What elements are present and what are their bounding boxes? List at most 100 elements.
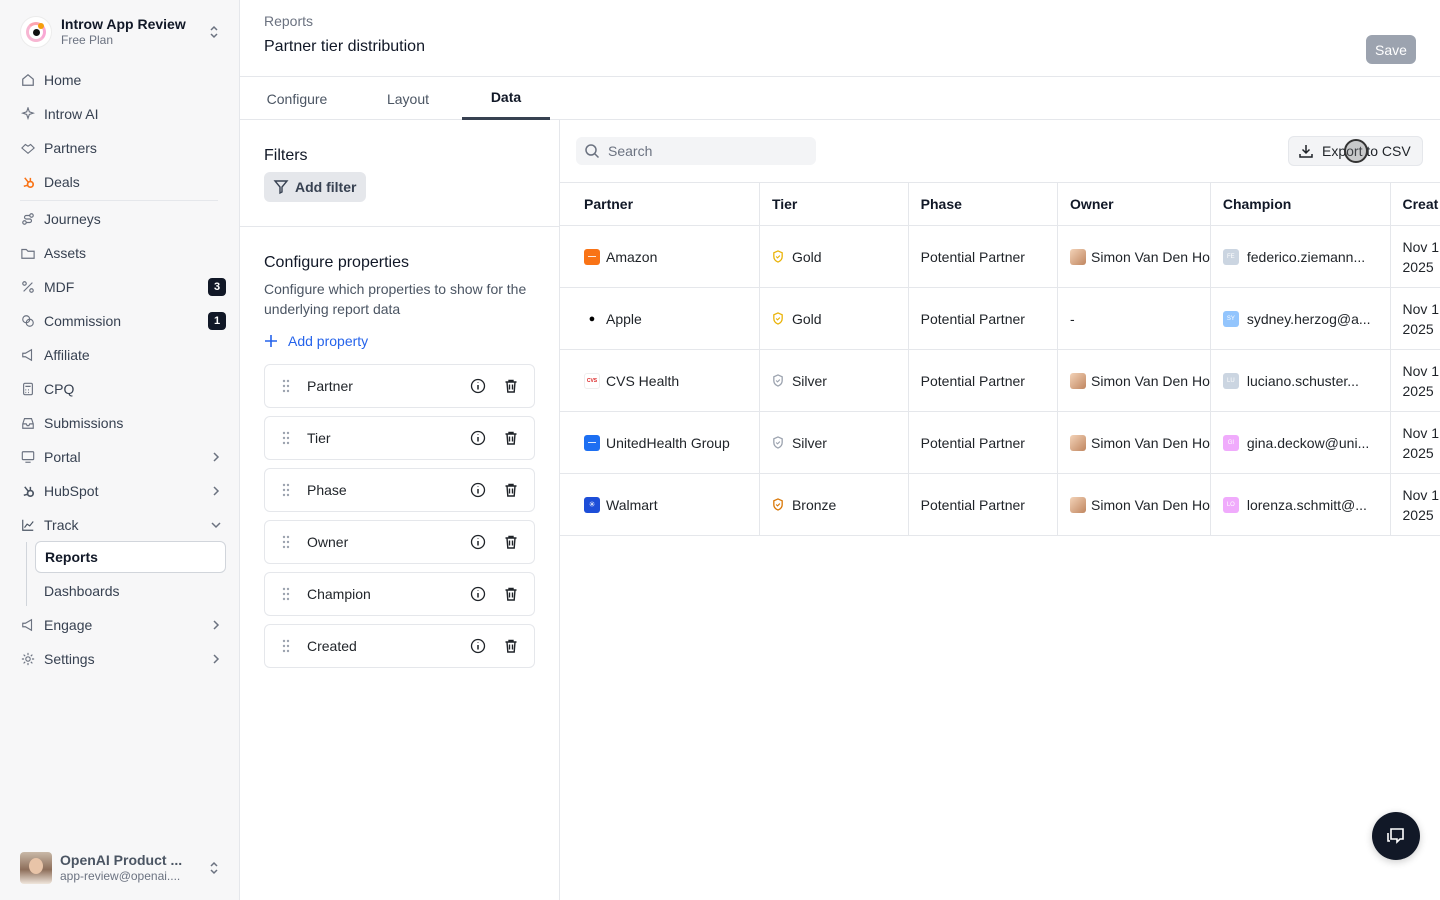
sidebar-item-label: HubSpot: [44, 483, 99, 499]
info-icon[interactable]: [468, 532, 488, 552]
sidebar-item-partners[interactable]: Partners: [12, 133, 228, 163]
sidebar-item-portal[interactable]: Portal: [12, 442, 228, 472]
property-item-tier[interactable]: Tier: [264, 416, 535, 460]
chart-line-icon: [20, 517, 36, 533]
created-year: 2025: [1402, 444, 1434, 461]
search-input[interactable]: [608, 143, 808, 159]
created-date: Nov 1: [1402, 362, 1440, 379]
sidebar-item-engage[interactable]: Engage: [12, 610, 228, 640]
workspace-plan: Free Plan: [61, 33, 114, 48]
champion-avatar: GI: [1222, 434, 1239, 451]
tier-label: Silver: [791, 372, 827, 389]
created-year: 2025: [1402, 258, 1434, 275]
partner-logo-icon: —: [584, 248, 600, 265]
add-filter-button[interactable]: Add filter: [264, 172, 367, 202]
sidebar-item-journeys[interactable]: Journeys: [12, 204, 228, 234]
sidebar-item-home[interactable]: Home: [12, 65, 228, 95]
sidebar-item-track[interactable]: Track: [12, 510, 228, 540]
column-header-owner[interactable]: Owner: [1057, 182, 1211, 226]
drag-handle-icon[interactable]: [282, 535, 292, 549]
add-property-button[interactable]: Add property: [264, 331, 368, 351]
info-icon[interactable]: [468, 428, 488, 448]
percent-icon: [20, 279, 36, 295]
cell-phase: Potential Partner: [908, 287, 1059, 350]
chevron-right-icon: [208, 449, 224, 465]
sidebar-item-submissions[interactable]: Submissions: [12, 408, 228, 438]
tab-data[interactable]: Data: [462, 77, 550, 120]
info-icon[interactable]: [468, 636, 488, 656]
cell-partner[interactable]: — Amazon: [560, 225, 760, 288]
sidebar-subitem-reports[interactable]: Reports: [35, 541, 226, 573]
column-header-created[interactable]: Creat: [1390, 182, 1440, 226]
sidebar-item-commission[interactable]: Commission 1: [12, 306, 228, 336]
sidebar-item-assets[interactable]: Assets: [12, 238, 228, 268]
sidebar-item-mdf[interactable]: MDF 3: [12, 272, 228, 302]
column-header-tier[interactable]: Tier: [759, 182, 909, 226]
cell-created: Nov 1 2025: [1390, 287, 1440, 350]
table-row[interactable]: — Amazon Gold Potential Partner Simon Van De…: [560, 225, 1440, 288]
search-box[interactable]: [576, 137, 816, 165]
cell-partner[interactable]: ● Apple: [560, 287, 760, 350]
cell-partner[interactable]: ✳ Walmart: [560, 473, 760, 536]
cell-partner[interactable]: — UnitedHealth Group: [560, 411, 760, 474]
property-item-partner[interactable]: Partner: [264, 364, 535, 408]
info-icon[interactable]: [468, 584, 488, 604]
chevron-right-icon: [208, 651, 224, 667]
sidebar-item-label: Introw AI: [44, 106, 99, 122]
trash-icon[interactable]: [501, 428, 521, 448]
sidebar-item-settings[interactable]: Settings: [12, 644, 228, 674]
sidebar-item-hubspot[interactable]: HubSpot: [12, 476, 228, 506]
table-row[interactable]: CVS CVS Health Silver Potential Partner Simo…: [560, 349, 1440, 412]
trash-icon[interactable]: [501, 584, 521, 604]
trash-icon[interactable]: [501, 636, 521, 656]
property-item-champion[interactable]: Champion: [264, 572, 535, 616]
property-label: Created: [307, 638, 357, 654]
property-item-created[interactable]: Created: [264, 624, 535, 668]
sidebar-item-deals[interactable]: Deals: [12, 167, 228, 197]
tab-layout[interactable]: Layout: [383, 77, 433, 120]
owner-name: Simon Van Den Ho: [1091, 434, 1210, 451]
table-header-row: Partner Tier Phase Owner Champion Creat: [560, 182, 1440, 226]
sidebar-subitem-dashboards[interactable]: Dashboards: [35, 575, 226, 607]
drag-handle-icon[interactable]: [282, 483, 292, 497]
info-icon[interactable]: [468, 480, 488, 500]
drag-handle-icon[interactable]: [282, 431, 292, 445]
cell-partner[interactable]: CVS CVS Health: [560, 349, 760, 412]
column-header-phase[interactable]: Phase: [908, 182, 1059, 226]
created-date: Nov 1: [1402, 300, 1440, 317]
column-header-partner[interactable]: Partner: [560, 182, 760, 226]
drag-handle-icon[interactable]: [282, 587, 292, 601]
submenu-guide-line: [26, 542, 27, 606]
property-label: Partner: [307, 378, 353, 394]
table-row[interactable]: — UnitedHealth Group Silver Potential Partn…: [560, 411, 1440, 474]
drag-handle-icon[interactable]: [282, 639, 292, 653]
cell-phase: Potential Partner: [908, 473, 1059, 536]
user-email: app-review@openai....: [60, 869, 181, 884]
sidebar-item-introw-ai[interactable]: Introw AI: [12, 99, 228, 129]
cell-tier: Silver: [759, 349, 909, 412]
table-row[interactable]: ✳ Walmart Bronze Potential Partner Simon Van…: [560, 473, 1440, 536]
breadcrumb[interactable]: Reports: [264, 13, 313, 29]
owner-name: Simon Van Den Ho: [1091, 372, 1210, 389]
partner-name: Amazon: [606, 248, 658, 265]
save-button[interactable]: Save: [1366, 35, 1416, 64]
sidebar-item-affiliate[interactable]: Affiliate: [12, 340, 228, 370]
champion-email: lorenza.schmitt@...: [1246, 496, 1367, 513]
info-icon[interactable]: [468, 376, 488, 396]
tab-configure[interactable]: Configure: [264, 77, 330, 120]
user-menu[interactable]: OpenAI Product ... app-review@openai....: [12, 846, 228, 890]
column-header-champion[interactable]: Champion: [1210, 182, 1391, 226]
cell-created: Nov 1 2025: [1390, 225, 1440, 288]
sidebar-item-cpq[interactable]: CPQ: [12, 374, 228, 404]
table-row[interactable]: ● Apple Gold Potential Partner - SY sydney.her…: [560, 287, 1440, 350]
drag-handle-icon[interactable]: [282, 379, 292, 393]
property-item-phase[interactable]: Phase: [264, 468, 535, 512]
chat-support-button[interactable]: [1372, 812, 1420, 860]
trash-icon[interactable]: [501, 480, 521, 500]
trash-icon[interactable]: [501, 376, 521, 396]
shield-icon: [772, 374, 784, 387]
property-item-owner[interactable]: Owner: [264, 520, 535, 564]
workspace-switcher[interactable]: Introw App Review Free Plan: [12, 10, 228, 54]
trash-icon[interactable]: [501, 532, 521, 552]
megaphone-icon: [20, 347, 36, 363]
